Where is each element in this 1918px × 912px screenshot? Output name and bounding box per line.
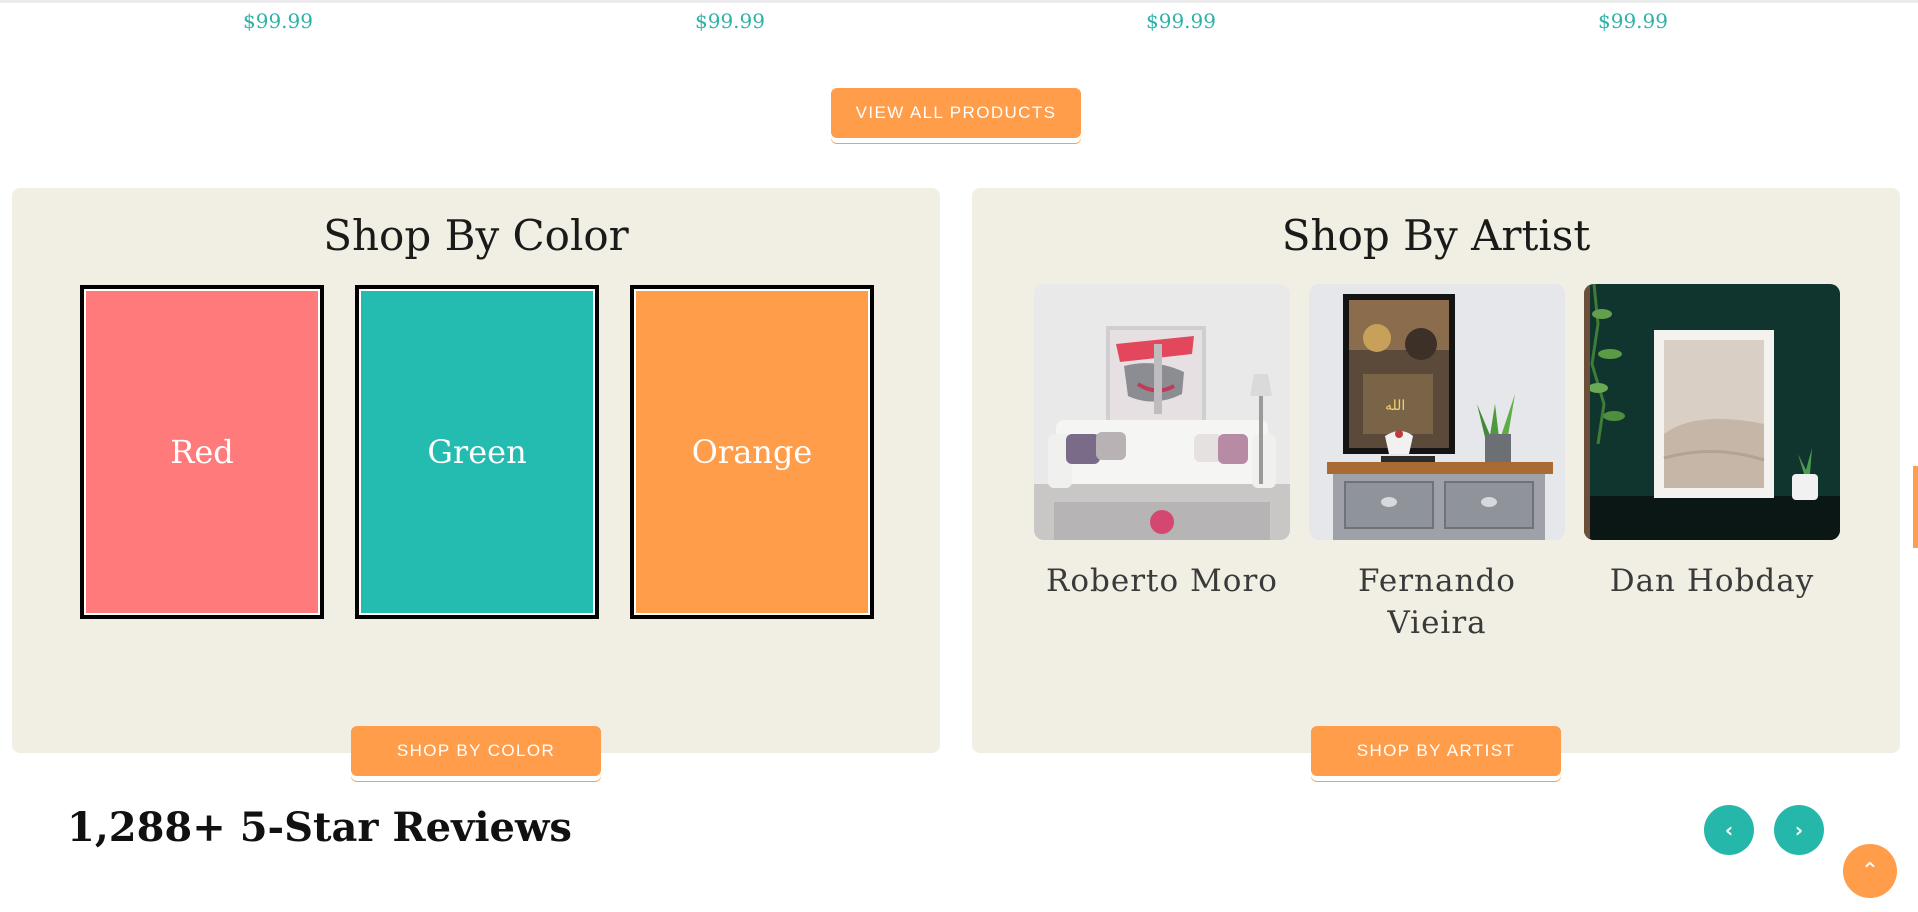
svg-text:الله: الله	[1385, 398, 1405, 414]
swatch-label: Red	[86, 291, 318, 613]
artist-image-green-wall[interactable]	[1584, 284, 1840, 540]
product-price: $99.99	[1598, 9, 1668, 33]
shop-by-artist-panel: Shop By Artist Roberto Moro الله Fernand…	[972, 188, 1900, 753]
artist-card-fernando-vieira[interactable]: الله Fernando Vieira	[1309, 284, 1565, 644]
swatch-label: Green	[361, 291, 593, 613]
artist-card-roberto-moro[interactable]: Roberto Moro	[1034, 284, 1290, 602]
color-swatch-red[interactable]: Red	[80, 285, 324, 619]
artist-name[interactable]: Dan Hobday	[1584, 560, 1840, 602]
chevron-up-icon: ⌃	[1860, 858, 1880, 884]
back-to-top-button[interactable]: ⌃	[1843, 844, 1897, 898]
scrollbar-thumb[interactable]	[1913, 466, 1918, 548]
product-price: $99.99	[1146, 9, 1216, 33]
shop-by-artist-button[interactable]: SHOP BY ARTIST	[1311, 726, 1561, 776]
view-all-products-button[interactable]: VIEW ALL PRODUCTS	[831, 88, 1081, 138]
color-swatch-green[interactable]: Green	[355, 285, 599, 619]
shop-by-color-title: Shop By Color	[323, 211, 629, 260]
product-price: $99.99	[243, 9, 313, 33]
top-divider	[0, 0, 1918, 3]
artist-name[interactable]: Fernando Vieira	[1309, 560, 1565, 644]
shop-by-color-button[interactable]: SHOP BY COLOR	[351, 726, 601, 776]
chevron-left-icon: ‹	[1724, 818, 1734, 842]
shop-by-artist-title: Shop By Artist	[1281, 211, 1591, 260]
product-price: $99.99	[695, 9, 765, 33]
chevron-right-icon: ›	[1794, 818, 1804, 842]
shop-by-color-panel: Shop By Color Red Green Orange	[12, 188, 940, 753]
artist-name[interactable]: Roberto Moro	[1034, 560, 1290, 602]
reviews-prev-button[interactable]: ‹	[1704, 805, 1754, 855]
artist-card-dan-hobday[interactable]: Dan Hobday	[1584, 284, 1840, 602]
artist-image-living-room[interactable]	[1034, 284, 1290, 540]
swatch-label: Orange	[636, 291, 868, 613]
artist-image-cabinet[interactable]: الله	[1309, 284, 1565, 540]
color-swatch-orange[interactable]: Orange	[630, 285, 874, 619]
reviews-next-button[interactable]: ›	[1774, 805, 1824, 855]
reviews-title: 1,288+ 5-Star Reviews	[67, 804, 572, 851]
